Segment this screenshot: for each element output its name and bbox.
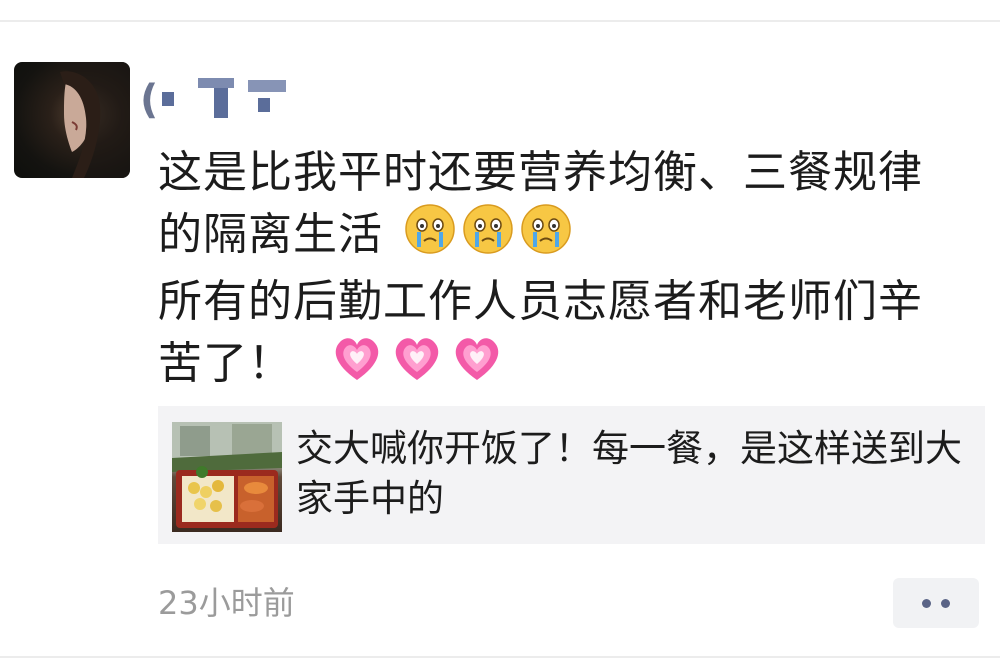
post-text-line-2: 的隔离生活 (158, 209, 383, 260)
avatar[interactable] (14, 62, 130, 178)
post-text-line-4: 苦了！ (158, 338, 293, 389)
article-title: 交大喊你开饭了！每一餐，是这样送到大家手中的 (296, 427, 962, 520)
post-timestamp: 23小时前 (158, 584, 295, 622)
sparkling-heart-icon (450, 332, 504, 400)
bottom-divider (0, 656, 1000, 658)
post-text-line-3: 所有的后勤工作人员志愿者和老师们辛 (158, 276, 923, 327)
crying-face-icon (462, 203, 514, 271)
crying-face-icon (520, 203, 572, 271)
author-name-text: ( (140, 77, 159, 123)
post-text-line-4-wrap: 苦了！ (158, 332, 988, 400)
more-dots-icon-dot-2 (941, 598, 950, 608)
shared-article-card[interactable]: 交大喊你开饭了！每一餐，是这样送到大家手中的 (158, 406, 985, 544)
top-divider (0, 20, 1000, 22)
sparkling-heart-icon (390, 332, 444, 400)
sparkling-heart-icon (330, 332, 384, 400)
post-text-line-2-wrap: 的隔离生活 (158, 203, 988, 271)
more-dots-icon (922, 598, 931, 608)
more-actions-button[interactable] (893, 578, 979, 628)
crying-face-icon (404, 203, 456, 271)
post-text-line-1: 这是比我平时还要营养均衡、三餐规律 (158, 147, 923, 198)
post-text: 这是比我平时还要营养均衡、三餐规律 的隔离生活 所有的后勤工作人员志愿者和老师们… (158, 142, 988, 400)
avatar-photo (54, 62, 130, 178)
article-thumbnail (172, 422, 282, 532)
